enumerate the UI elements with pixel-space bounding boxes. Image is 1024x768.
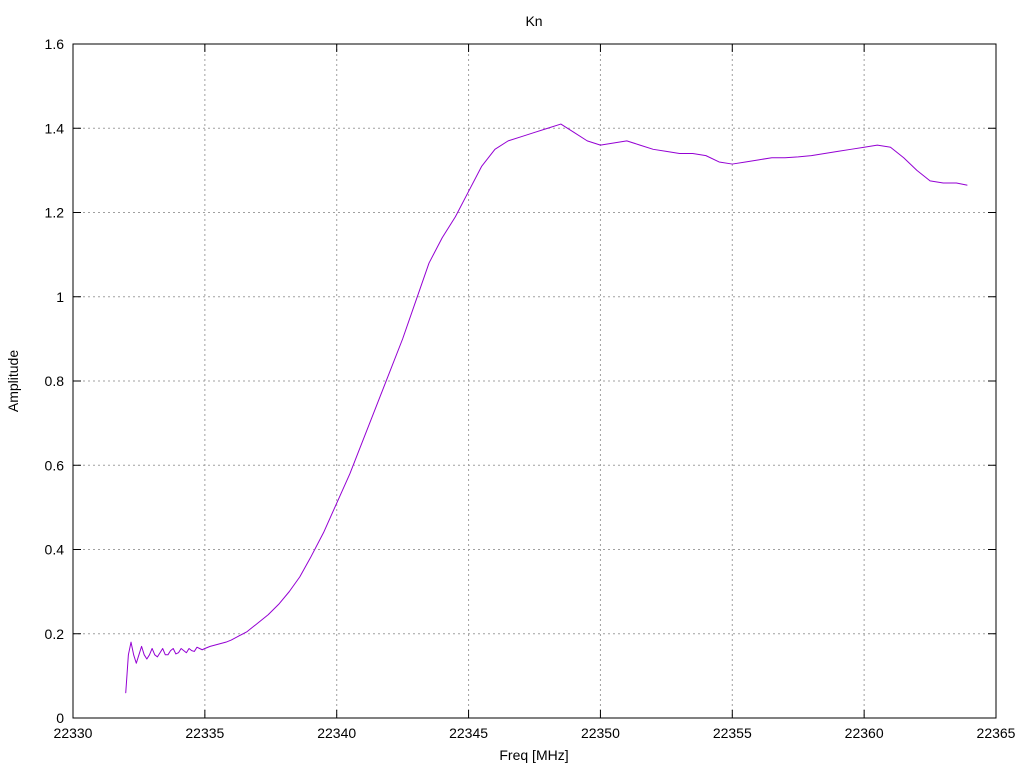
y-tick-label: 0.2 xyxy=(45,626,65,642)
x-tick-label: 22340 xyxy=(317,725,356,741)
y-tick-label: 0.8 xyxy=(45,373,65,389)
x-tick-label: 22360 xyxy=(845,725,884,741)
y-tick-label: 1.2 xyxy=(45,205,65,221)
y-tick-label: 1.6 xyxy=(45,36,65,52)
x-tick-label: 22335 xyxy=(185,725,224,741)
y-tick-label: 1.4 xyxy=(45,120,65,136)
x-axis-label: Freq [MHz] xyxy=(499,747,568,763)
y-tick-label: 0.4 xyxy=(45,542,65,558)
grid-layer xyxy=(73,44,996,718)
line-chart: 22330 22335 22340 22345 22350 22355 22360 22365… xyxy=(0,0,1024,768)
x-tick-label: 22365 xyxy=(977,725,1016,741)
y-tick-label: 0.6 xyxy=(45,457,65,473)
x-tick-label: 22350 xyxy=(581,725,620,741)
y-tick-label: 0 xyxy=(56,710,64,726)
x-tick-label: 22345 xyxy=(449,725,488,741)
x-tick-label: 22330 xyxy=(54,725,93,741)
series-line xyxy=(125,123,968,694)
y-tick-label: 1 xyxy=(56,289,64,305)
chart-svg: 22330 22335 22340 22345 22350 22355 22360 22365… xyxy=(5,13,1016,763)
tick-layer: 22330 22335 22340 22345 22350 22355 22360 22365… xyxy=(45,36,1016,741)
chart-title: Kn xyxy=(525,13,542,29)
x-tick-label: 22355 xyxy=(713,725,752,741)
series-layer xyxy=(125,123,968,694)
y-axis-label: Amplitude xyxy=(5,350,21,412)
